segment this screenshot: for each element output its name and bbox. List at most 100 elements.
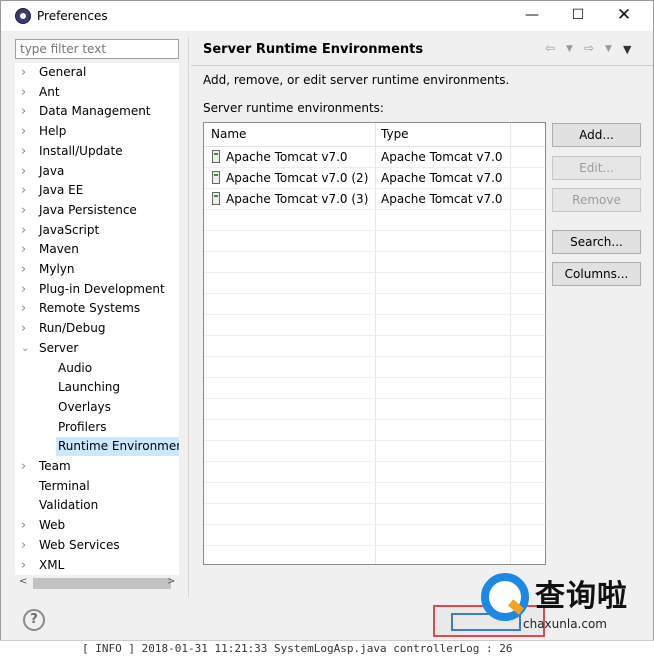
back-arrow-icon[interactable]: ⇦ [545, 41, 555, 55]
tree-item[interactable]: › Team [15, 457, 179, 476]
table-row[interactable] [204, 525, 545, 546]
watermark: 查询啦 chaxunla.com [473, 567, 649, 639]
tree-item-label: Plug-in Development [39, 281, 165, 296]
table-row[interactable] [204, 441, 545, 462]
table-row[interactable] [204, 546, 545, 564]
tree-item[interactable]: › JavaScript [15, 221, 179, 240]
table-row[interactable] [204, 462, 545, 483]
tree-item-label: Mylyn [39, 262, 75, 276]
tree-horizontal-scrollbar[interactable]: < > [15, 575, 179, 592]
scrollbar-thumb[interactable] [33, 578, 171, 589]
table-row[interactable] [204, 315, 545, 336]
tree-item[interactable]: › XML [15, 556, 179, 575]
maximize-button[interactable]: ☐ [555, 1, 601, 31]
chevron-right-icon[interactable]: › [21, 457, 26, 476]
table-row[interactable] [204, 504, 545, 525]
chevron-right-icon[interactable]: › [21, 260, 26, 279]
watermark-url: chaxunla.com [523, 617, 607, 631]
chevron-right-icon[interactable]: › [21, 162, 26, 181]
window-title: Preferences [37, 9, 108, 23]
tree-item[interactable]: › Mylyn [15, 260, 179, 279]
tree-item[interactable]: › Maven [15, 240, 179, 259]
table-row[interactable] [204, 294, 545, 315]
tree-item[interactable]: › Install/Update [15, 142, 179, 161]
chevron-right-icon[interactable]: › [21, 556, 26, 575]
edit-button[interactable]: Edit... [552, 156, 641, 180]
forward-menu-icon[interactable]: ▼ [605, 44, 612, 54]
column-header-type[interactable]: Type [381, 127, 409, 141]
tree-item[interactable]: Validation [15, 496, 179, 515]
chevron-right-icon[interactable]: › [21, 181, 26, 200]
chevron-right-icon[interactable]: › [21, 142, 26, 161]
table-row[interactable]: Apache Tomcat v7.0 (3) Apache Tomcat v7.0 [204, 189, 545, 210]
chevron-down-icon[interactable]: ⌄ [21, 339, 29, 358]
table-row[interactable] [204, 336, 545, 357]
tree-item[interactable]: Audio [15, 359, 179, 378]
tree-item[interactable]: › Java Persistence [15, 201, 179, 220]
chevron-right-icon[interactable]: › [21, 299, 26, 318]
chevron-right-icon[interactable]: › [21, 102, 26, 121]
tree-item[interactable]: Profilers [15, 418, 179, 437]
chevron-right-icon[interactable]: › [21, 221, 26, 240]
tree-item[interactable]: › Run/Debug [15, 319, 179, 338]
tree-item-label: Profilers [58, 419, 107, 434]
minimize-button[interactable]: — [509, 1, 555, 31]
chevron-right-icon[interactable]: › [21, 83, 26, 102]
tree-item-label: Java EE [39, 183, 84, 198]
tree-item[interactable]: › Web Services [15, 536, 179, 555]
chevron-right-icon[interactable]: › [21, 319, 26, 338]
tree-item[interactable]: › Ant [15, 83, 179, 102]
columns-button[interactable]: Columns... [552, 262, 641, 286]
remove-button[interactable]: Remove [552, 188, 641, 212]
tree-item[interactable]: Terminal [15, 477, 179, 496]
tree-item[interactable]: Overlays [15, 398, 179, 417]
scroll-right-icon[interactable]: > [167, 576, 175, 587]
runtime-type: Apache Tomcat v7.0 [381, 192, 503, 206]
table-row[interactable] [204, 399, 545, 420]
column-header-name[interactable]: Name [211, 127, 246, 141]
sash-divider[interactable] [188, 37, 189, 597]
tree-item[interactable]: › Plug-in Development [15, 280, 179, 299]
help-icon[interactable]: ? [23, 609, 45, 631]
add-button[interactable]: Add... [552, 123, 641, 147]
tree-item[interactable]: Launching [15, 378, 179, 397]
table-row[interactable] [204, 252, 545, 273]
chevron-right-icon[interactable]: › [21, 63, 26, 82]
chevron-right-icon[interactable]: › [21, 122, 26, 141]
table-row[interactable] [204, 273, 545, 294]
table-row[interactable] [204, 378, 545, 399]
forward-arrow-icon[interactable]: ⇨ [584, 41, 594, 55]
table-row[interactable] [204, 357, 545, 378]
table-row[interactable] [204, 231, 545, 252]
view-menu-icon[interactable]: ▼ [623, 43, 631, 56]
tree-item[interactable]: ⌄ Server [15, 339, 179, 358]
tree-item[interactable]: Runtime Environment [15, 437, 179, 457]
tree-item[interactable]: › Remote Systems [15, 299, 179, 318]
tree-item-label: Java [39, 163, 65, 178]
chevron-right-icon[interactable]: › [21, 280, 26, 299]
runtime-table[interactable]: Name Type Apache Tomcat v7.0 Apache Tomca… [203, 122, 546, 565]
chevron-right-icon[interactable]: › [21, 536, 26, 555]
tree-item-label: Runtime Environment [56, 437, 179, 457]
tree-item[interactable]: › General [15, 63, 179, 82]
tree-item-label: Ant [39, 84, 60, 99]
back-menu-icon[interactable]: ▼ [566, 44, 573, 54]
tree-item[interactable]: › Help [15, 122, 179, 141]
scroll-left-icon[interactable]: < [19, 576, 27, 587]
table-row[interactable]: Apache Tomcat v7.0 Apache Tomcat v7.0 [204, 147, 545, 168]
filter-input[interactable] [15, 39, 179, 59]
chevron-right-icon[interactable]: › [21, 201, 26, 220]
close-button[interactable]: ✕ [601, 1, 647, 31]
tree-item-label: Web [39, 518, 66, 533]
tree-item[interactable]: › Web [15, 516, 179, 535]
chevron-right-icon[interactable]: › [21, 516, 26, 535]
tree-item[interactable]: › Java [15, 162, 179, 181]
search-button[interactable]: Search... [552, 230, 641, 254]
table-row[interactable]: Apache Tomcat v7.0 (2) Apache Tomcat v7.0 [204, 168, 545, 189]
tree-item[interactable]: › Data Management [15, 102, 179, 121]
table-row[interactable] [204, 483, 545, 504]
chevron-right-icon[interactable]: › [21, 240, 26, 259]
tree-item[interactable]: › Java EE [15, 181, 179, 200]
table-row[interactable] [204, 210, 545, 231]
table-row[interactable] [204, 420, 545, 441]
